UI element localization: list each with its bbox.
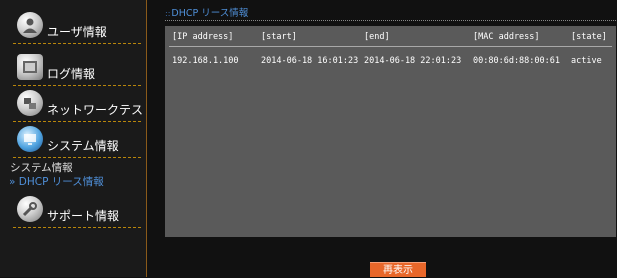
log-icon bbox=[17, 54, 43, 80]
page-title: ::DHCP リース情報 bbox=[165, 5, 248, 19]
sidebar-item-label: サポート情報 bbox=[47, 209, 120, 223]
cell-mac: 00:80:6d:88:00:61 bbox=[473, 56, 560, 66]
cell-end: 2014-06-18 22:01:23 bbox=[364, 56, 462, 66]
subitem-dhcp-lease[interactable]: » DHCP リース情報 bbox=[9, 174, 104, 189]
divider bbox=[169, 46, 612, 47]
column-header-end: [end] bbox=[364, 32, 390, 42]
chevron-right-icon: » bbox=[9, 176, 16, 188]
divider bbox=[13, 121, 141, 122]
cell-start: 2014-06-18 16:01:23 bbox=[261, 56, 359, 66]
divider bbox=[13, 43, 141, 44]
divider bbox=[165, 20, 616, 21]
sidebar-item-label: ネットワークテスト bbox=[47, 103, 156, 117]
page-title-text: DHCP リース情報 bbox=[171, 8, 249, 19]
table-header: [IP address] [start] [end] [MAC address]… bbox=[165, 32, 616, 44]
sidebar-item-label: ログ情報 bbox=[47, 67, 96, 81]
sidebar-item-log-info[interactable]: ログ情報 bbox=[13, 54, 141, 86]
divider bbox=[13, 85, 141, 86]
divider bbox=[13, 227, 141, 228]
column-header-start: [start] bbox=[261, 32, 297, 42]
refresh-button[interactable]: 再表示 bbox=[370, 262, 426, 277]
user-icon bbox=[17, 12, 43, 38]
main-content: ::DHCP リース情報 [IP address] [start] [end] … bbox=[147, 0, 617, 277]
section-mark: :: bbox=[165, 9, 171, 18]
divider bbox=[13, 157, 141, 158]
cell-ip: 192.168.1.100 bbox=[172, 56, 239, 66]
subitem-label: DHCP リース情報 bbox=[18, 176, 104, 188]
system-icon bbox=[17, 126, 43, 152]
sidebar-item-support-info[interactable]: サポート情報 bbox=[13, 196, 141, 228]
column-header-state: [state] bbox=[571, 32, 607, 42]
sidebar-item-system-info[interactable]: システム情報 bbox=[13, 126, 141, 158]
column-header-mac: [MAC address] bbox=[473, 32, 540, 42]
column-header-ip: [IP address] bbox=[172, 32, 234, 42]
sidebar-item-network-test[interactable]: ネットワークテスト bbox=[13, 90, 155, 122]
dhcp-lease-table: [IP address] [start] [end] [MAC address]… bbox=[165, 26, 616, 237]
network-test-icon bbox=[17, 90, 43, 116]
sidebar-item-label: ユーザ情報 bbox=[47, 25, 107, 39]
sidebar: ユーザ情報 ログ情報 ネットワークテスト システム情報 システム情報 » DHC… bbox=[0, 0, 155, 277]
table-row: 192.168.1.100 2014-06-18 16:01:23 2014-0… bbox=[165, 56, 616, 68]
sidebar-item-user-info[interactable]: ユーザ情報 bbox=[13, 12, 141, 44]
subitem-system-info[interactable]: システム情報 bbox=[10, 160, 73, 175]
sidebar-item-label: システム情報 bbox=[47, 139, 119, 153]
support-icon bbox=[17, 196, 43, 222]
cell-state: active bbox=[571, 56, 602, 66]
